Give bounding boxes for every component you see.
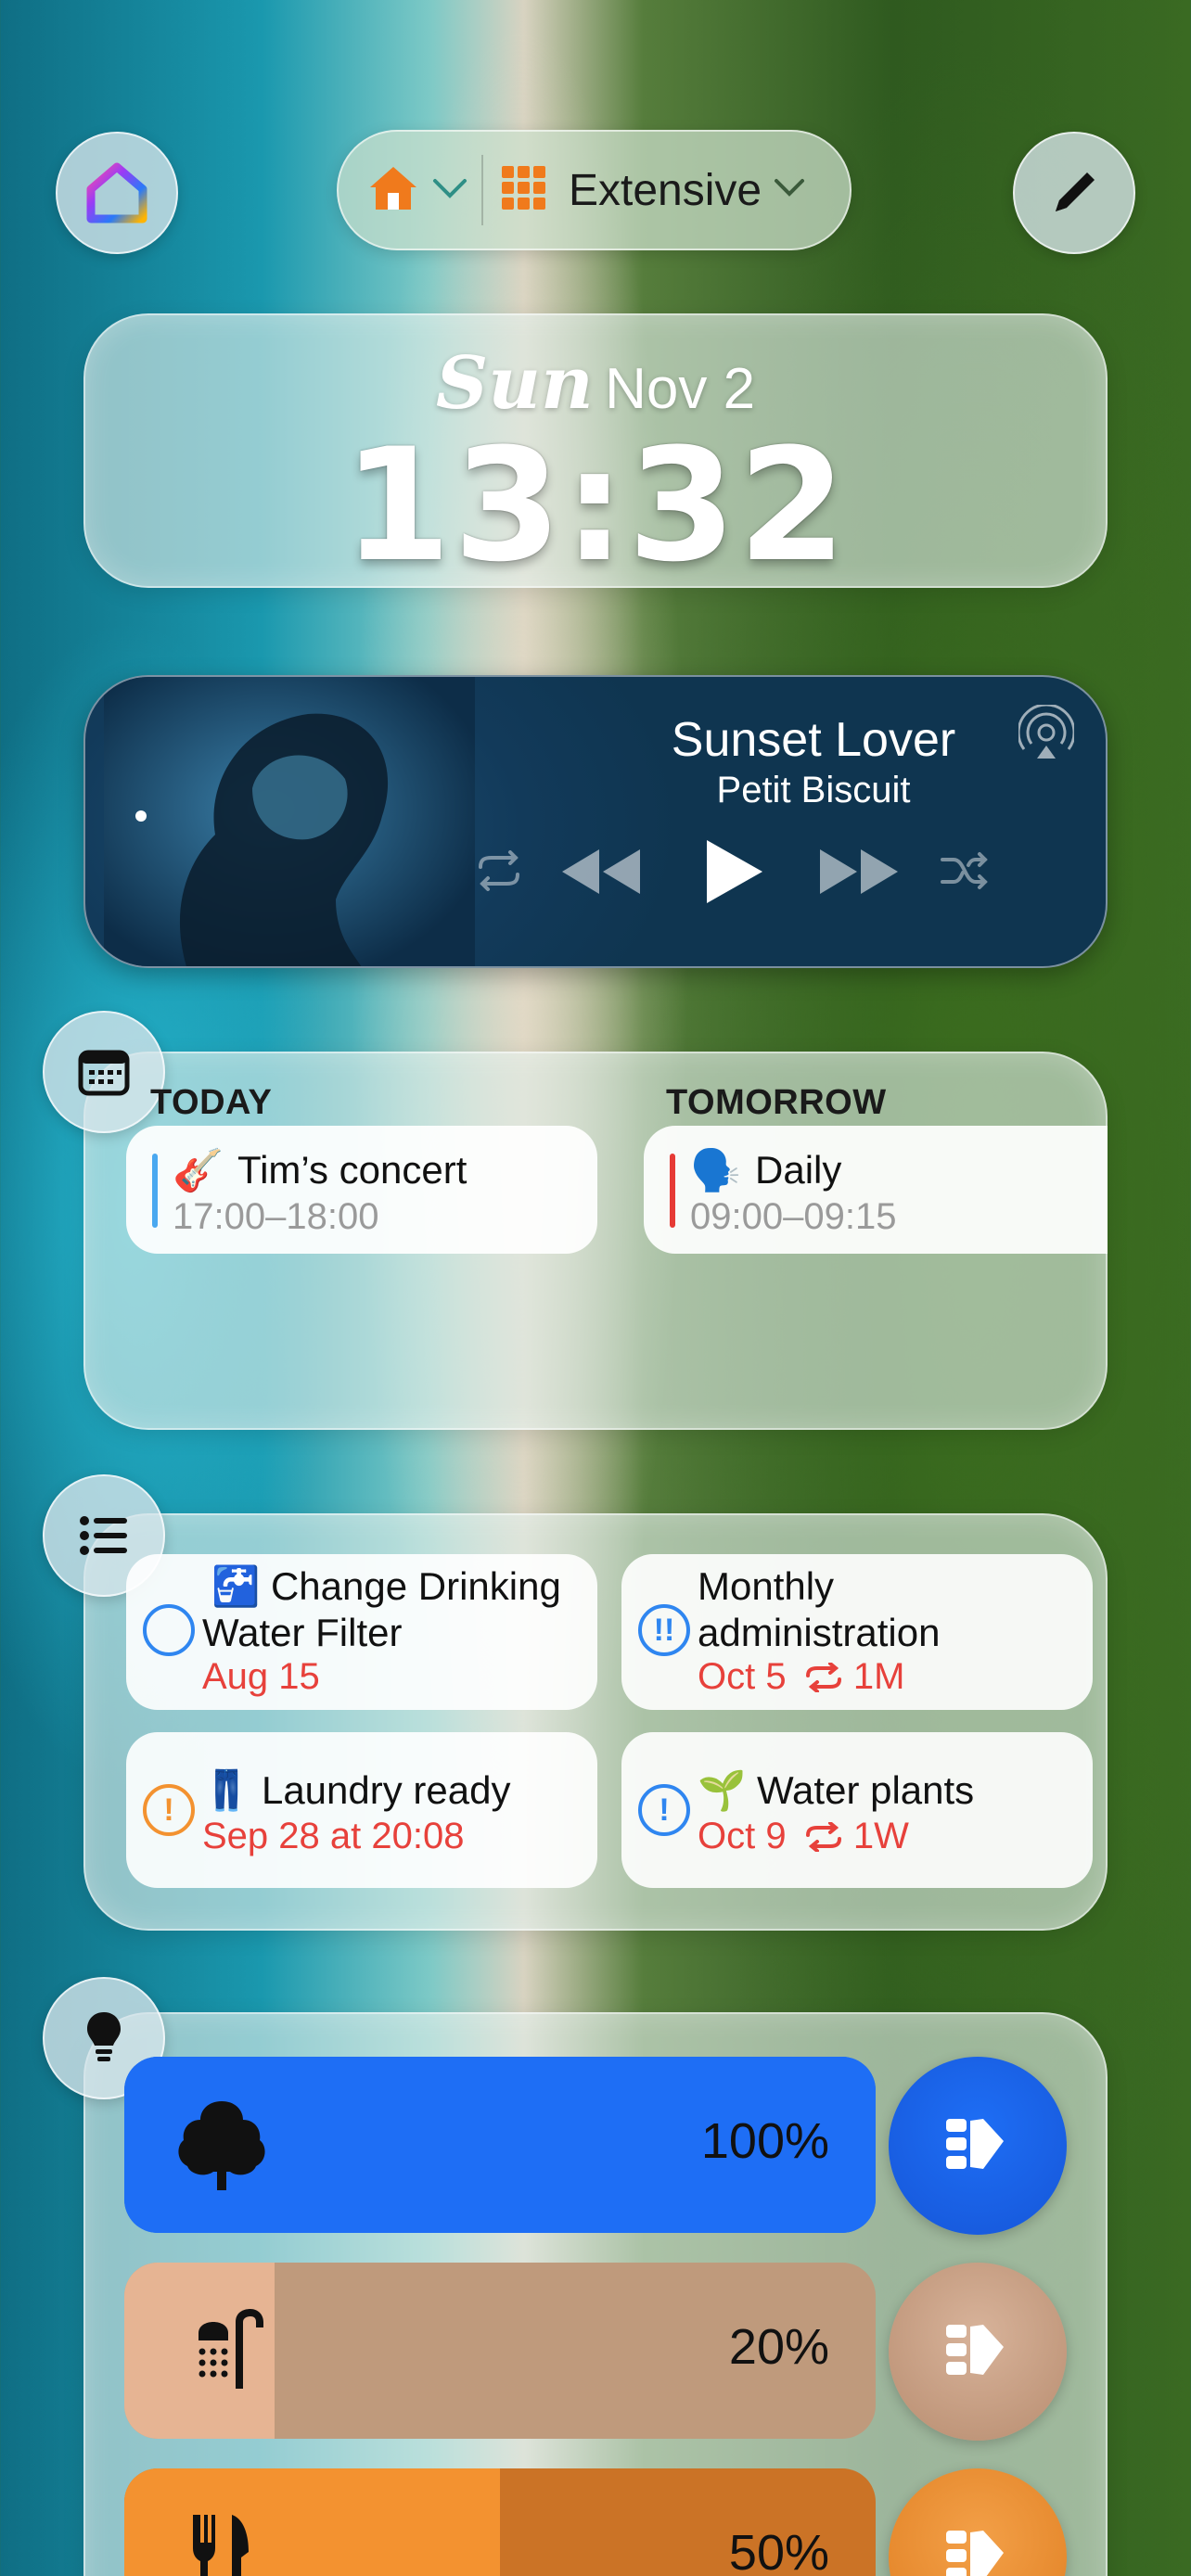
event-title: Tim’s concert — [237, 1148, 467, 1192]
light-slider-bathroom[interactable]: 20% — [124, 2263, 876, 2439]
fast-forward-icon[interactable] — [816, 846, 902, 898]
chevron-down-icon[interactable] — [431, 177, 468, 204]
reminder-item[interactable]: 🚰 Change Drinking Water Filter Aug 15 — [126, 1554, 597, 1710]
calendar-button[interactable] — [43, 1011, 165, 1133]
reminder-title: 🚰 Change Drinking Water Filter — [202, 1564, 561, 1654]
reminder-due: Aug 15 — [202, 1656, 320, 1697]
fork-knife-icon — [193, 2515, 249, 2576]
calendar-icon — [78, 1050, 130, 1096]
home-app-button[interactable] — [56, 132, 178, 254]
scene-button-bathroom[interactable] — [889, 2263, 1067, 2441]
list-icon — [80, 1516, 127, 1555]
light-scene-icon — [946, 2325, 1004, 2375]
reminder-checkbox[interactable] — [143, 1604, 195, 1656]
reminder-title: Monthly administration — [698, 1564, 941, 1654]
light-slider-garden[interactable]: 100% — [124, 2057, 876, 2233]
event-color-bar — [152, 1154, 158, 1228]
rewind-icon[interactable] — [558, 846, 644, 898]
light-percent: 50% — [728, 2525, 829, 2576]
reminder-title: 🌱 Water plants — [698, 1768, 975, 1812]
date: Nov 2 — [605, 357, 756, 421]
calendar-event-today[interactable]: 🎸 Tim’s concert 17:00–18:00 — [126, 1126, 597, 1254]
weekday: Sun — [435, 341, 594, 426]
event-time: 09:00–09:15 — [690, 1196, 897, 1237]
jeans-icon: 👖 — [202, 1768, 251, 1812]
reminder-title: 👖 Laundry ready — [202, 1768, 511, 1812]
light-scene-icon — [946, 2119, 1004, 2169]
event-color-bar — [670, 1154, 675, 1228]
speaking-head-icon: 🗣️ — [690, 1148, 741, 1193]
seedling-icon: 🌱 — [698, 1768, 747, 1812]
reminder-item[interactable]: ! 🌱 Water plants Oct 9 1W — [621, 1732, 1093, 1888]
pencil-icon — [1056, 172, 1095, 211]
reminder-checkbox[interactable]: ! — [638, 1784, 690, 1836]
divider — [481, 155, 483, 225]
reminder-checkbox[interactable]: !! — [638, 1604, 690, 1656]
tomorrow-heading: TOMORROW — [666, 1083, 887, 1122]
event-title: Daily — [755, 1148, 842, 1192]
water-tap-icon: 🚰 — [211, 1564, 261, 1608]
lightbulb-icon — [87, 2012, 121, 2061]
reminder-due: Oct 9 1W — [698, 1816, 909, 1856]
shower-icon — [198, 2309, 263, 2389]
calendar-event-tomorrow[interactable]: 🗣️ Daily 09:00–09:15 — [644, 1126, 1108, 1254]
chevron-down-icon[interactable] — [773, 177, 806, 204]
guitar-icon: 🎸 — [173, 1148, 224, 1193]
time: 13:32 — [342, 414, 849, 596]
tree-icon — [178, 2101, 265, 2190]
today-heading: TODAY — [150, 1083, 273, 1122]
reminder-due: Sep 28 at 20:08 — [202, 1816, 465, 1856]
reminder-item[interactable]: !! Monthly administration Oct 5 1M — [621, 1554, 1093, 1710]
light-percent: 20% — [728, 2319, 829, 2375]
shuffle-icon[interactable] — [939, 850, 991, 891]
light-slider-kitchen[interactable]: 50% — [124, 2468, 876, 2576]
album-art — [104, 677, 475, 966]
play-icon[interactable] — [701, 836, 766, 907]
light-scene-icon — [946, 2531, 1004, 2576]
space-label[interactable]: Extensive — [569, 165, 762, 216]
home-icon — [86, 162, 147, 223]
track-artist: Petit Biscuit — [716, 770, 911, 810]
edit-button[interactable] — [1013, 132, 1135, 254]
home-icon[interactable] — [366, 163, 420, 218]
scene-button-garden[interactable] — [889, 2057, 1067, 2235]
airplay-audio-icon[interactable] — [1018, 705, 1074, 760]
reminder-checkbox[interactable]: ! — [143, 1784, 195, 1836]
light-percent: 100% — [700, 2113, 829, 2169]
reminder-due: Oct 5 1M — [698, 1656, 905, 1697]
repeat-icon — [805, 1821, 841, 1853]
track-title: Sunset Lover — [671, 713, 956, 767]
date-line: Sun Nov 2 — [85, 341, 1106, 426]
reminder-item[interactable]: ! 👖 Laundry ready Sep 28 at 20:08 — [126, 1732, 597, 1888]
grid-icon — [500, 164, 548, 217]
repeat-icon[interactable] — [473, 850, 525, 891]
clock-widget[interactable]: Sun Nov 2 13:32 — [83, 313, 1108, 588]
repeat-icon — [805, 1662, 841, 1693]
event-time: 17:00–18:00 — [173, 1196, 379, 1237]
now-playing-widget[interactable]: Sunset Lover Petit Biscuit — [83, 675, 1108, 968]
space-selector[interactable]: Extensive — [337, 130, 852, 250]
